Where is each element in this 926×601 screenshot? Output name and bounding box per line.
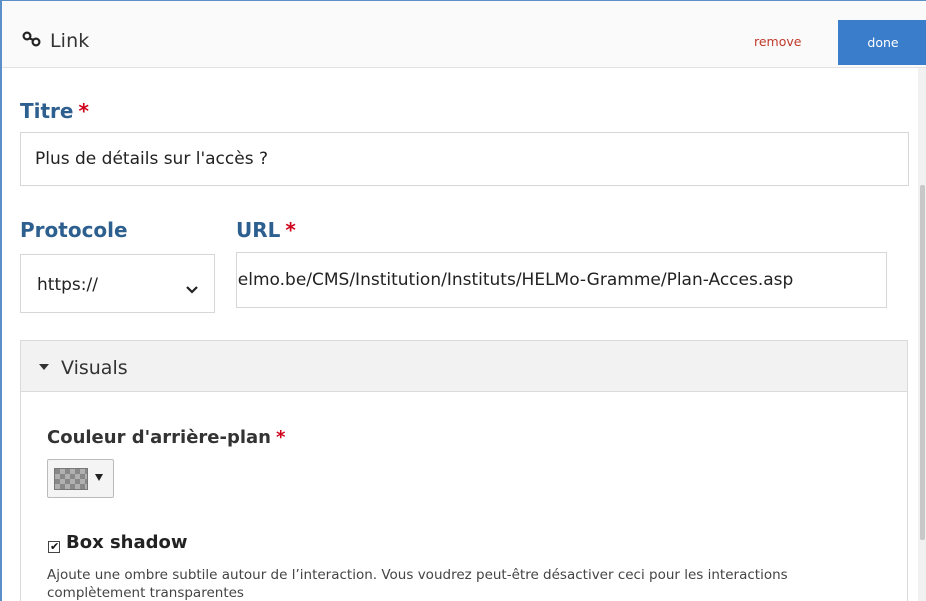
protocole-selected-value: https:// xyxy=(37,275,98,295)
url-required-mark: * xyxy=(285,218,296,242)
color-swatch xyxy=(54,468,88,490)
scrollbar-thumb[interactable] xyxy=(920,185,925,540)
visuals-label: Visuals xyxy=(61,357,128,379)
box-shadow-label[interactable]: Box shadow xyxy=(66,532,188,553)
box-shadow-checkbox[interactable]: ✔ xyxy=(48,540,60,553)
background-color-picker[interactable] xyxy=(47,459,114,498)
titre-label-text: Titre xyxy=(20,99,74,123)
link-icon xyxy=(22,30,42,52)
visuals-toggle[interactable]: Visuals xyxy=(21,341,907,392)
url-label: URL * xyxy=(236,218,296,242)
protocole-select[interactable]: https:// xyxy=(20,254,215,313)
chevron-down-icon xyxy=(186,279,198,294)
link-header: Link remove xyxy=(2,1,926,68)
header-title-group: Link xyxy=(22,30,89,52)
header-title: Link xyxy=(50,30,90,52)
titre-label: Titre * xyxy=(20,99,89,123)
url-label-text: URL xyxy=(236,218,281,242)
protocole-label: Protocole xyxy=(20,218,128,242)
background-color-label: Couleur d'arrière-plan * xyxy=(47,427,285,448)
dropdown-arrow-icon xyxy=(95,474,103,481)
visuals-section: Visuals xyxy=(20,340,908,601)
remove-link[interactable]: remove xyxy=(754,34,801,49)
box-shadow-help-text: Ajoute une ombre subtile autour de l’int… xyxy=(47,567,788,601)
done-button[interactable]: done xyxy=(838,20,926,65)
caret-down-icon xyxy=(39,364,49,370)
titre-required-mark: * xyxy=(78,99,89,123)
checkbox-checked-icon: ✔ xyxy=(50,540,60,553)
background-color-required-mark: * xyxy=(275,427,286,448)
titre-input[interactable]: Plus de détails sur l'accès ? xyxy=(20,132,909,186)
url-input[interactable]: helmo.be/CMS/Institution/Instituts/HELMo… xyxy=(236,252,887,308)
background-color-label-text: Couleur d'arrière-plan xyxy=(47,427,271,448)
